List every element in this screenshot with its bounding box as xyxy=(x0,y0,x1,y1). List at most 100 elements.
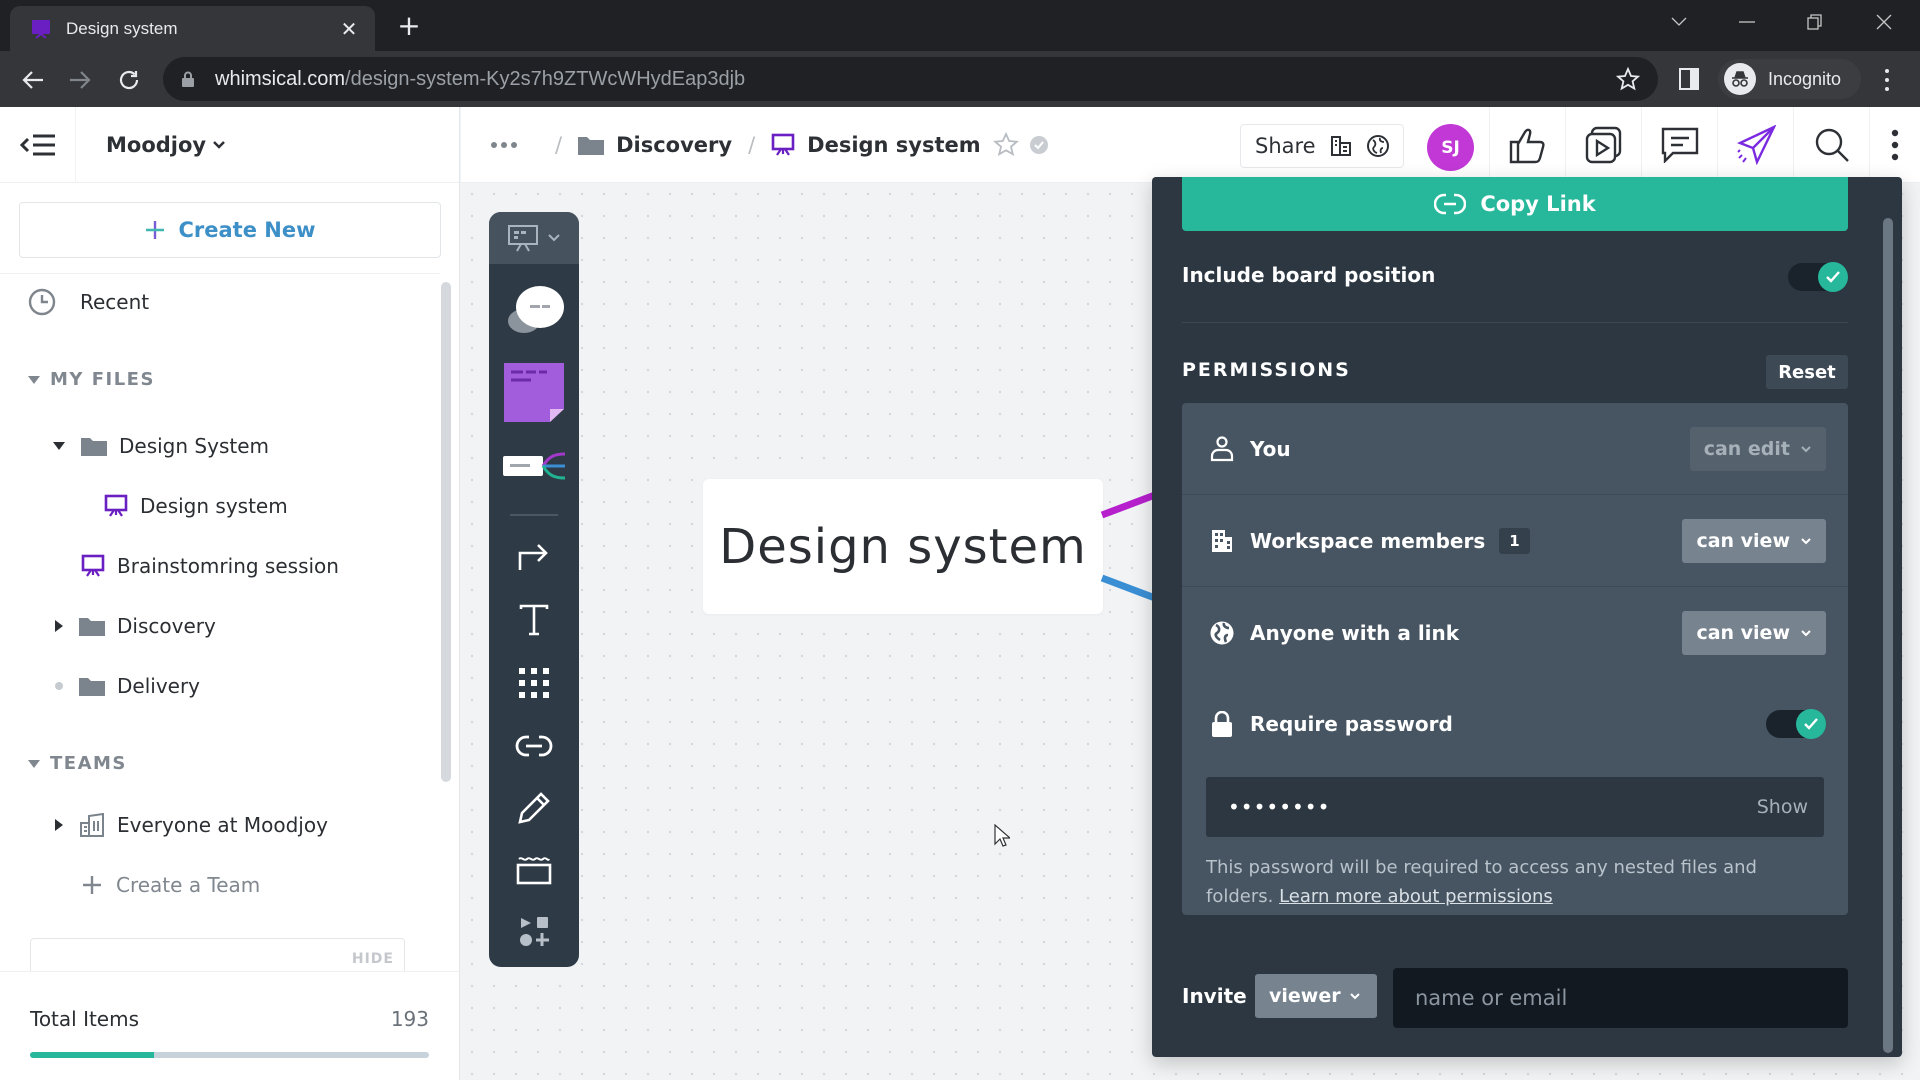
chevron-down-icon xyxy=(1349,993,1360,1000)
my-files-heading[interactable]: MY FILES xyxy=(28,369,155,390)
mindmap-icon xyxy=(503,452,566,480)
password-note: This password will be required to access… xyxy=(1206,857,1757,907)
link-icon xyxy=(515,735,553,757)
incognito-profile-button[interactable]: Incognito xyxy=(1718,59,1862,99)
tool-more[interactable] xyxy=(489,906,579,956)
tool-link[interactable] xyxy=(489,718,579,774)
comments-button[interactable] xyxy=(1641,107,1717,183)
tab-close-icon[interactable]: ✕ xyxy=(337,17,361,41)
more-options-button[interactable] xyxy=(1869,107,1920,183)
breadcrumb: / Discovery / Design system xyxy=(491,107,1049,183)
sidebar-scrollbar[interactable] xyxy=(441,282,451,782)
reload-button[interactable] xyxy=(114,65,144,95)
connector-line-purple[interactable] xyxy=(1100,491,1157,519)
bookmark-star-icon[interactable] xyxy=(1616,67,1640,91)
password-input[interactable]: •••••••• Show xyxy=(1206,777,1824,837)
empty-dot-icon xyxy=(55,682,63,690)
section-frame-icon xyxy=(516,857,552,885)
items-progress-bar xyxy=(30,1052,429,1058)
building-icon xyxy=(1208,529,1236,553)
reset-button[interactable]: Reset xyxy=(1766,355,1848,389)
tool-pencil[interactable] xyxy=(489,780,579,836)
breadcrumb-item[interactable]: Design system xyxy=(771,133,981,157)
caret-down-icon xyxy=(28,375,40,384)
breadcrumb-item[interactable]: Discovery xyxy=(578,133,732,157)
create-team-button[interactable]: Create a Team xyxy=(82,865,260,905)
sticky-note-icon xyxy=(504,363,564,422)
learn-more-link[interactable]: Learn more about permissions xyxy=(1279,886,1553,907)
chevron-down-icon xyxy=(213,140,225,149)
breadcrumb-more-icon[interactable] xyxy=(491,142,517,148)
star-icon[interactable] xyxy=(992,132,1019,158)
sidebar-item-recent[interactable]: Recent xyxy=(28,282,149,322)
sidebar-item-board[interactable]: Design system xyxy=(104,486,288,526)
restore-button[interactable] xyxy=(1781,0,1849,44)
user-avatar[interactable]: SJ xyxy=(1427,124,1474,171)
close-window-button[interactable] xyxy=(1850,0,1918,44)
sidebar-item-board[interactable]: Brainstomring session xyxy=(81,546,339,586)
sidebar-item-folder[interactable]: Discovery xyxy=(55,606,216,646)
invite-role-select[interactable]: viewer xyxy=(1255,974,1377,1018)
lock-icon xyxy=(182,71,194,87)
include-board-position-toggle[interactable] xyxy=(1788,262,1848,292)
sidebar-divider xyxy=(0,273,440,274)
tool-text[interactable] xyxy=(489,592,579,648)
board-type-selector[interactable] xyxy=(489,212,579,264)
url-bar[interactable]: whimsical.com/design-system-Ky2s7h9ZTWcW… xyxy=(163,57,1658,101)
caret-down-icon xyxy=(53,442,65,450)
thumbs-up-icon xyxy=(1509,128,1545,164)
address-bar-row: whimsical.com/design-system-Ky2s7h9ZTWcW… xyxy=(0,51,1920,107)
plus-icon xyxy=(145,221,164,239)
like-button[interactable] xyxy=(1489,107,1565,183)
search-button[interactable] xyxy=(1793,107,1869,183)
globe-icon xyxy=(1366,135,1389,157)
tool-sticky-note[interactable] xyxy=(489,357,579,427)
copy-link-button[interactable]: Copy Link xyxy=(1182,177,1848,231)
chevron-down-icon xyxy=(1801,446,1811,453)
send-button[interactable] xyxy=(1717,107,1793,183)
collapse-sidebar-button[interactable] xyxy=(0,106,76,183)
sidebar-item-team[interactable]: Everyone at Moodjoy xyxy=(55,805,328,845)
tool-mindmap[interactable] xyxy=(489,436,579,496)
mouse-cursor-icon xyxy=(994,824,1010,847)
hide-button[interactable]: HIDE xyxy=(352,951,394,967)
folder-icon xyxy=(79,618,105,636)
sidebar-item-folder[interactable]: Design System xyxy=(53,426,269,466)
permission-row-you: You can edit xyxy=(1182,403,1848,495)
create-new-button[interactable]: Create New xyxy=(19,202,441,258)
workspace-switcher[interactable]: Moodjoy xyxy=(106,133,226,157)
side-panel-icon[interactable] xyxy=(1678,67,1700,91)
check-icon xyxy=(1796,709,1826,739)
workspace-permission-select[interactable]: can view xyxy=(1682,519,1826,563)
share-panel-scrollbar[interactable] xyxy=(1883,218,1893,1053)
tool-section[interactable] xyxy=(489,842,579,898)
new-tab-button[interactable]: + xyxy=(392,10,426,44)
share-button[interactable]: Share xyxy=(1240,124,1404,168)
tool-palette xyxy=(489,212,579,967)
sidebar-item-folder[interactable]: Delivery xyxy=(55,666,200,706)
grid-icon xyxy=(519,668,549,698)
link-permission-select[interactable]: can view xyxy=(1682,611,1826,655)
tab-search-icon[interactable] xyxy=(1645,0,1713,44)
teams-heading[interactable]: TEAMS xyxy=(28,753,127,774)
browser-tab[interactable]: Design system ✕ xyxy=(10,6,375,51)
password-value: •••••••• xyxy=(1228,795,1331,819)
invite-email-input[interactable] xyxy=(1393,968,1848,1028)
permissions-list: You can edit Workspace members 1 can vie… xyxy=(1182,403,1848,915)
tool-connector[interactable] xyxy=(489,528,579,584)
require-password-toggle[interactable] xyxy=(1766,709,1826,739)
tool-grid[interactable] xyxy=(489,655,579,711)
show-password-button[interactable]: Show xyxy=(1757,796,1808,818)
connector-line-blue[interactable] xyxy=(1100,574,1157,602)
user-icon xyxy=(1208,435,1236,462)
present-button[interactable] xyxy=(1565,107,1641,183)
browser-menu-icon[interactable] xyxy=(1880,67,1894,93)
presentation-play-icon xyxy=(1585,126,1621,164)
mindmap-connectors xyxy=(1100,491,1157,602)
more-tools-icon xyxy=(520,917,549,946)
tool-shapes[interactable] xyxy=(489,276,579,346)
minimize-button[interactable] xyxy=(1713,0,1781,44)
forward-button[interactable] xyxy=(65,65,95,95)
back-button[interactable] xyxy=(18,65,48,95)
board-text-card[interactable]: Design system xyxy=(703,479,1103,614)
